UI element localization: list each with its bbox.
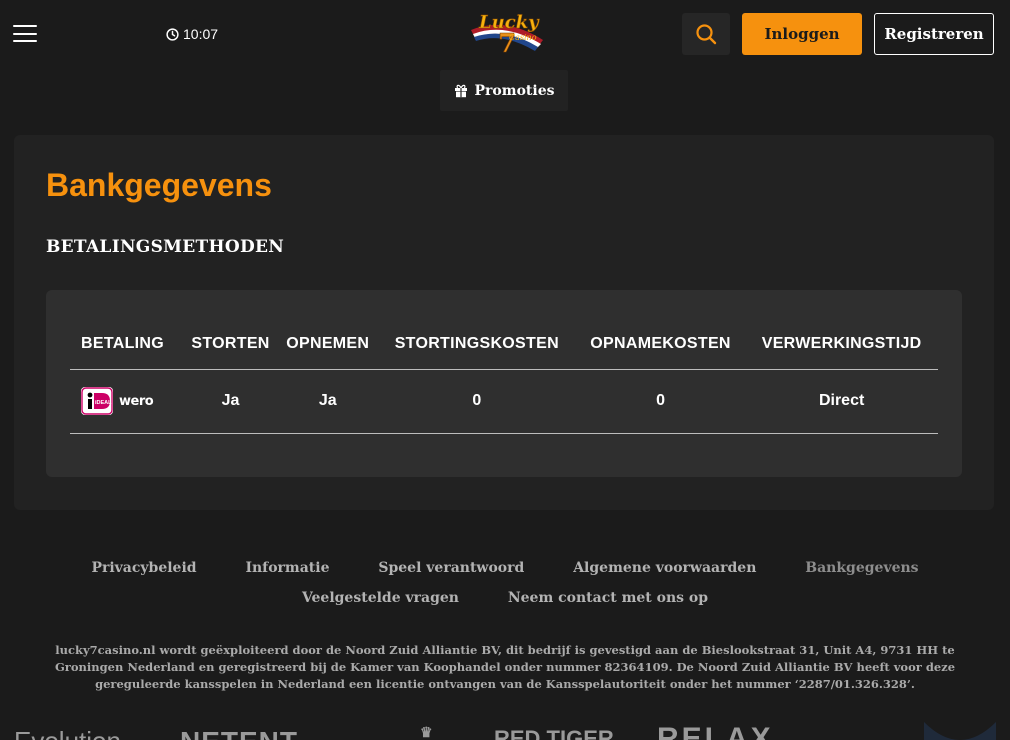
processing-time-cell: Direct [745, 369, 938, 434]
provider-logo-partial-icon [924, 722, 996, 740]
promotions-button[interactable]: Promoties [440, 70, 568, 111]
clock-icon [166, 27, 179, 41]
footer-link-responsible-gaming[interactable]: Speel verantwoord [378, 553, 524, 583]
bank-details-card: Bankgegevens BETALINGSMETHODEN BETALING … [14, 135, 994, 510]
withdraw-cell: Ja [277, 369, 378, 434]
column-header-processing-time: VERWERKINGSTIJD [745, 320, 938, 370]
payment-methods-table-container: BETALING STORTEN OPNEMEN STORTINGSKOSTEN… [46, 290, 962, 477]
login-button[interactable]: Inloggen [742, 13, 862, 55]
clock-time: 10:07 [183, 26, 219, 42]
provider-logos: Evolution NETENT ♛ RED TIGER RELAX [0, 718, 1010, 740]
provider-logo-evolution: Evolution [14, 726, 121, 740]
deposit-cell: Ja [183, 369, 278, 434]
section-subtitle: BETALINGSMETHODEN [46, 237, 285, 257]
column-header-deposit-cost: STORTINGSKOSTEN [377, 320, 576, 370]
provider-logo-red-tiger: RED TIGER [494, 726, 614, 740]
legal-text: lucky7casino.nl wordt geëxploiteerd door… [54, 643, 956, 691]
column-header-withdraw: OPNEMEN [277, 320, 378, 370]
crown-icon: ♛ [420, 724, 433, 740]
payment-methods-table: BETALING STORTEN OPNEMEN STORTINGSKOSTEN… [70, 320, 938, 434]
withdraw-cost-cell: 0 [575, 369, 746, 434]
clock: 10:07 [166, 26, 218, 42]
register-button[interactable]: Registreren [874, 13, 994, 55]
search-button[interactable] [682, 13, 730, 55]
provider-logo-netent: NETENT [180, 726, 298, 740]
payment-method-cell: iDEAL wero [70, 369, 184, 434]
top-bar: 10:07 Lucky 7 Casino Inloggen Registrere… [0, 0, 1010, 68]
footer-links: Privacybeleid Informatie Speel verantwoo… [0, 553, 1010, 613]
footer-link-bank-details[interactable]: Bankgegevens [805, 553, 918, 583]
payment-method-logo: iDEAL wero [81, 387, 183, 415]
column-header-payment: BETALING [70, 320, 184, 370]
footer-link-information[interactable]: Informatie [245, 553, 329, 583]
wero-logo-icon: wero [119, 393, 154, 409]
deposit-cost-cell: 0 [377, 369, 576, 434]
column-header-deposit: STORTEN [183, 320, 278, 370]
logo-sub: Casino [509, 33, 537, 42]
site-logo[interactable]: Lucky 7 Casino [465, 8, 549, 59]
gift-icon [454, 84, 467, 97]
ideal-logo-icon: iDEAL [81, 387, 113, 415]
footer-link-privacy[interactable]: Privacybeleid [91, 553, 196, 583]
footer-link-faq[interactable]: Veelgestelde vragen [302, 583, 459, 613]
page-title: Bankgegevens [46, 167, 272, 203]
footer-link-terms[interactable]: Algemene voorwaarden [573, 553, 756, 583]
footer-link-contact[interactable]: Neem contact met ons op [508, 583, 708, 613]
promotions-label: Promoties [474, 82, 555, 99]
table-header-row: BETALING STORTEN OPNEMEN STORTINGSKOSTEN… [70, 320, 938, 370]
provider-logo-relax: RELAX [657, 722, 774, 740]
column-header-withdraw-cost: OPNAMEKOSTEN [575, 320, 746, 370]
hamburger-menu-icon[interactable] [13, 25, 37, 42]
search-icon [696, 24, 717, 45]
ideal-logo-text: iDEAL [95, 400, 112, 406]
table-row: iDEAL wero Ja Ja 0 0 Direct [70, 369, 938, 434]
